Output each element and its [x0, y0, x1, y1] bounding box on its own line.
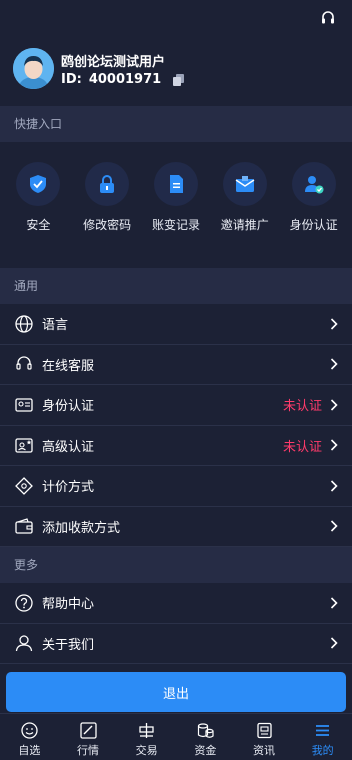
person-icon — [14, 634, 33, 653]
status-badge: 未认证 — [282, 399, 322, 415]
coins-icon — [197, 723, 214, 738]
chevron-right-icon — [330, 597, 338, 609]
quick-item-label: 修改密码 — [83, 218, 132, 232]
logout-container: 退出 — [0, 664, 352, 712]
bottom-tab-bar: 自选 行情 交易 资金 资讯 我的 — [0, 713, 352, 760]
top-bar — [0, 0, 352, 36]
menu-item-label: 计价方式 — [42, 480, 95, 496]
menu-item-label: 添加收款方式 — [42, 520, 121, 536]
chart-icon — [79, 722, 97, 739]
question-icon — [14, 593, 33, 612]
tab-news[interactable]: 资讯 — [235, 714, 294, 760]
trade-icon — [139, 723, 154, 738]
quick-item-label: 账变记录 — [151, 218, 200, 232]
user-id-label: ID: — [61, 72, 82, 87]
quick-section-title: 快捷入口 — [0, 106, 352, 142]
tab-watchlist[interactable]: 自选 — [0, 714, 59, 760]
quick-item-change-password[interactable]: 修改密码 — [74, 142, 140, 268]
chevron-right-icon — [330, 358, 338, 370]
menu-item-label: 语言 — [42, 318, 69, 334]
menu-item-identity-verification[interactable]: 身份认证 未认证 — [0, 385, 352, 426]
user-id: ID: 40001971 — [61, 72, 185, 87]
general-section-title: 通用 — [0, 268, 352, 304]
tab-label: 资讯 — [253, 744, 276, 757]
quick-item-label: 身份认证 — [289, 218, 338, 232]
username: 鸥创论坛测试用户 — [61, 55, 166, 70]
headset-icon[interactable] — [320, 10, 336, 26]
tab-funds[interactable]: 资金 — [176, 714, 235, 760]
chevron-right-icon — [330, 637, 338, 649]
menu-item-pricing-method[interactable]: 计价方式 — [0, 466, 352, 507]
quick-item-identity[interactable]: 身份认证 — [281, 142, 347, 268]
profile-card: 鸥创论坛测试用户 ID: 40001971 — [0, 36, 352, 106]
chevron-right-icon — [330, 399, 338, 411]
shield-icon — [16, 162, 61, 206]
logout-button[interactable]: 退出 — [6, 672, 346, 712]
user-verified-icon — [291, 162, 336, 206]
quick-item-label: 邀请推广 — [220, 218, 269, 232]
menu-item-help-center[interactable]: 帮助中心 — [0, 583, 352, 624]
menu-item-label: 帮助中心 — [42, 597, 95, 613]
tab-label: 行情 — [77, 744, 99, 757]
tab-label: 我的 — [311, 744, 334, 757]
document-icon — [153, 162, 198, 206]
menu-item-advanced-verification[interactable]: 高级认证 未认证 — [0, 426, 352, 466]
quick-entries: 安全 修改密码 账变记录 邀请推广 身份认证 — [0, 142, 352, 268]
menu-item-label: 身份认证 — [42, 399, 95, 415]
globe-icon — [14, 314, 33, 333]
quick-item-invite[interactable]: 邀请推广 — [212, 142, 278, 268]
chevron-right-icon — [330, 439, 338, 451]
tab-label: 自选 — [18, 744, 41, 757]
tab-trade[interactable]: 交易 — [117, 714, 176, 760]
id-card-icon — [14, 395, 33, 414]
wallet-icon — [14, 517, 33, 536]
currency-icon — [14, 476, 33, 495]
menu-item-add-payment-method[interactable]: 添加收款方式 — [0, 507, 352, 547]
menu-item-online-support[interactable]: 在线客服 — [0, 345, 352, 385]
more-section-title: 更多 — [0, 547, 352, 583]
tab-label: 资金 — [194, 744, 217, 757]
menu-item-label: 高级认证 — [42, 439, 95, 455]
menu-item-label: 关于我们 — [42, 637, 95, 653]
lock-icon — [85, 162, 130, 206]
tab-mine[interactable]: 我的 — [293, 714, 352, 760]
quick-item-security[interactable]: 安全 — [5, 142, 71, 268]
copy-icon[interactable] — [173, 73, 185, 86]
news-icon — [256, 722, 272, 739]
menu-icon — [316, 725, 330, 736]
chevron-right-icon — [330, 520, 338, 532]
status-badge: 未认证 — [282, 439, 322, 455]
chevron-right-icon — [330, 318, 338, 330]
chevron-right-icon — [330, 480, 338, 492]
quick-item-label: 安全 — [26, 218, 51, 232]
menu-item-about-us[interactable]: 关于我们 — [0, 624, 352, 664]
headset-icon — [14, 355, 33, 374]
smile-icon — [21, 722, 38, 739]
tab-label: 交易 — [135, 744, 158, 757]
user-id-value: 40001971 — [88, 72, 162, 87]
tab-market[interactable]: 行情 — [59, 714, 118, 760]
avatar-icon[interactable] — [13, 48, 54, 89]
mail-icon — [222, 162, 267, 206]
menu-item-language[interactable]: 语言 — [0, 304, 352, 345]
quick-item-balance-history[interactable]: 账变记录 — [143, 142, 209, 268]
menu-item-label: 在线客服 — [42, 358, 95, 374]
id-card-star-icon — [14, 436, 33, 455]
